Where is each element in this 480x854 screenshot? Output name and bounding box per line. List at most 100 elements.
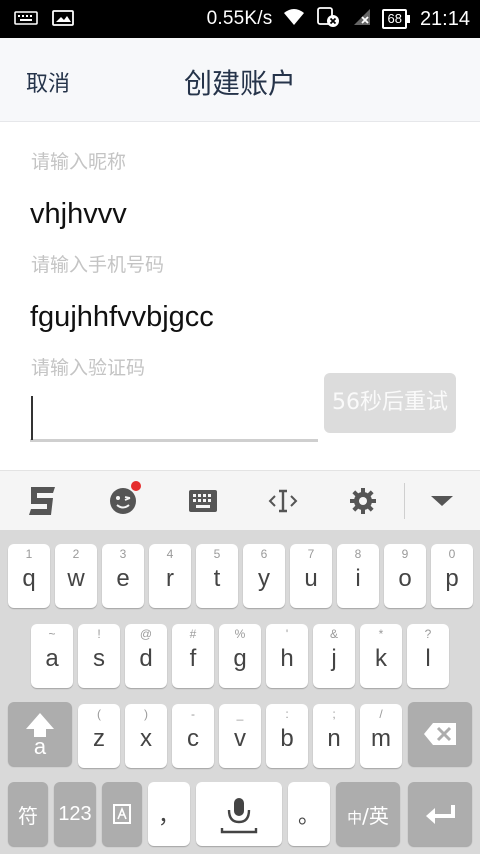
- key-z[interactable]: (z: [78, 704, 120, 768]
- toolbar-divider: [404, 483, 405, 519]
- key-h[interactable]: ' h: [266, 624, 308, 688]
- key-label: n: [327, 725, 341, 752]
- key-hint: -: [191, 707, 195, 721]
- voice-input-key[interactable]: [196, 782, 282, 846]
- key-hint: 1: [25, 547, 33, 561]
- key-o[interactable]: 9o: [384, 544, 426, 608]
- verification-code-label: 请输入验证码: [31, 357, 146, 379]
- key-label: y: [258, 565, 270, 592]
- verification-code-input[interactable]: [30, 392, 318, 442]
- nickname-input[interactable]: vhjhvvv: [30, 198, 127, 231]
- key-hint: %: [234, 627, 246, 641]
- key-hint: _: [236, 707, 244, 721]
- numbers-key[interactable]: 123: [54, 782, 96, 846]
- shift-key[interactable]: a: [8, 702, 72, 766]
- key-label: t: [213, 565, 221, 592]
- key-label: e: [116, 565, 130, 592]
- keyboard-layout-icon[interactable]: [183, 481, 223, 521]
- battery-level: 68: [382, 9, 407, 29]
- status-bar: 0.55K/s 68 21:14: [0, 0, 480, 38]
- page-header: 取消 创建账户: [0, 38, 480, 122]
- key-q[interactable]: 1q: [8, 544, 50, 608]
- key-label: p: [445, 565, 459, 592]
- key-v[interactable]: _ v: [219, 704, 261, 768]
- key-hint: &: [329, 627, 338, 641]
- key-label: z: [93, 725, 105, 752]
- key-hint: 0: [448, 547, 456, 561]
- symbols-key[interactable]: 符: [8, 782, 48, 846]
- key-l[interactable]: ? l: [407, 624, 449, 688]
- no-signal-icon: [350, 7, 372, 32]
- key-n[interactable]: ; n: [313, 704, 355, 768]
- key-k[interactable]: * k: [360, 624, 402, 688]
- emoji-icon[interactable]: [103, 481, 143, 521]
- sim-error-icon: [316, 6, 340, 33]
- key-label: o: [398, 565, 412, 592]
- key-x[interactable]: ) x: [125, 704, 167, 768]
- shift-key-label: a: [33, 734, 47, 759]
- language-switch-key[interactable]: 中 /英: [336, 782, 400, 846]
- key-hint: 4: [166, 547, 174, 561]
- backspace-key[interactable]: [408, 702, 472, 766]
- key-label: i: [355, 565, 361, 592]
- clock: 21:14: [419, 7, 470, 30]
- key-i[interactable]: 8i: [337, 544, 379, 608]
- image-icon: [52, 9, 76, 27]
- key-label: c: [187, 725, 199, 752]
- key-label: d: [139, 645, 153, 672]
- key-hint: ): [144, 707, 148, 721]
- key-label: f: [189, 645, 197, 672]
- phone-input[interactable]: fgujhhfvvbjgcc: [30, 301, 214, 334]
- key-w[interactable]: 2w: [55, 544, 97, 608]
- period-key[interactable]: 。: [288, 782, 330, 846]
- key-hint: !: [97, 627, 101, 641]
- key-label: u: [304, 565, 318, 592]
- key-d[interactable]: @ d: [125, 624, 167, 688]
- key-hint: 3: [119, 547, 127, 561]
- key-label: m: [371, 725, 391, 752]
- key-hint: #: [189, 627, 197, 641]
- key-m[interactable]: / m: [360, 704, 402, 768]
- settings-gear-icon[interactable]: [343, 481, 383, 521]
- key-hint: 6: [260, 547, 268, 561]
- key-hint: @: [139, 627, 153, 641]
- text-caret: [31, 396, 33, 440]
- clipboard-key[interactable]: [102, 782, 142, 846]
- cursor-move-icon[interactable]: [263, 481, 303, 521]
- key-label: q: [22, 565, 36, 592]
- nickname-label: 请输入昵称: [31, 151, 127, 173]
- key-hint: ': [285, 627, 289, 641]
- soft-keyboard: a 符 123 ， 。 中 /英 1 q 2 w 3 e 4 r 5 t 6 y 7 u 8 i 9 o 0 p ~ a!…: [0, 530, 480, 854]
- key-label: g: [233, 645, 247, 672]
- key-u[interactable]: 7u: [290, 544, 332, 608]
- key-hint: 2: [72, 547, 80, 561]
- key-label: j: [331, 645, 337, 672]
- period-key-label: 。: [297, 804, 320, 829]
- comma-key[interactable]: ，: [148, 782, 190, 846]
- key-s[interactable]: ! s: [78, 624, 120, 688]
- key-label: w: [67, 565, 85, 592]
- notification-dot: [131, 481, 141, 491]
- key-y[interactable]: 6y: [243, 544, 285, 608]
- key-hint: :: [285, 707, 289, 721]
- key-label: x: [140, 725, 152, 752]
- key-j[interactable]: & j: [313, 624, 355, 688]
- enter-icon: [426, 805, 455, 824]
- key-b[interactable]: :b: [266, 704, 308, 768]
- key-c[interactable]: -c: [172, 704, 214, 768]
- enter-key[interactable]: [408, 782, 472, 846]
- keyboard-icon: [14, 9, 38, 27]
- key-hint: ~: [48, 627, 56, 641]
- key-f[interactable]: # f: [172, 624, 214, 688]
- key-e[interactable]: 3e: [102, 544, 144, 608]
- key-t[interactable]: 5t: [196, 544, 238, 608]
- sogou-logo-icon[interactable]: [23, 481, 63, 521]
- key-r[interactable]: 4r: [149, 544, 191, 608]
- key-a[interactable]: ~ a: [31, 624, 73, 688]
- key-hint: 7: [307, 547, 315, 561]
- key-g[interactable]: % g: [219, 624, 261, 688]
- language-switch-label: /英: [362, 803, 389, 828]
- key-p[interactable]: 0p: [431, 544, 473, 608]
- collapse-keyboard-icon[interactable]: [422, 481, 462, 521]
- battery-icon: 68: [382, 9, 410, 29]
